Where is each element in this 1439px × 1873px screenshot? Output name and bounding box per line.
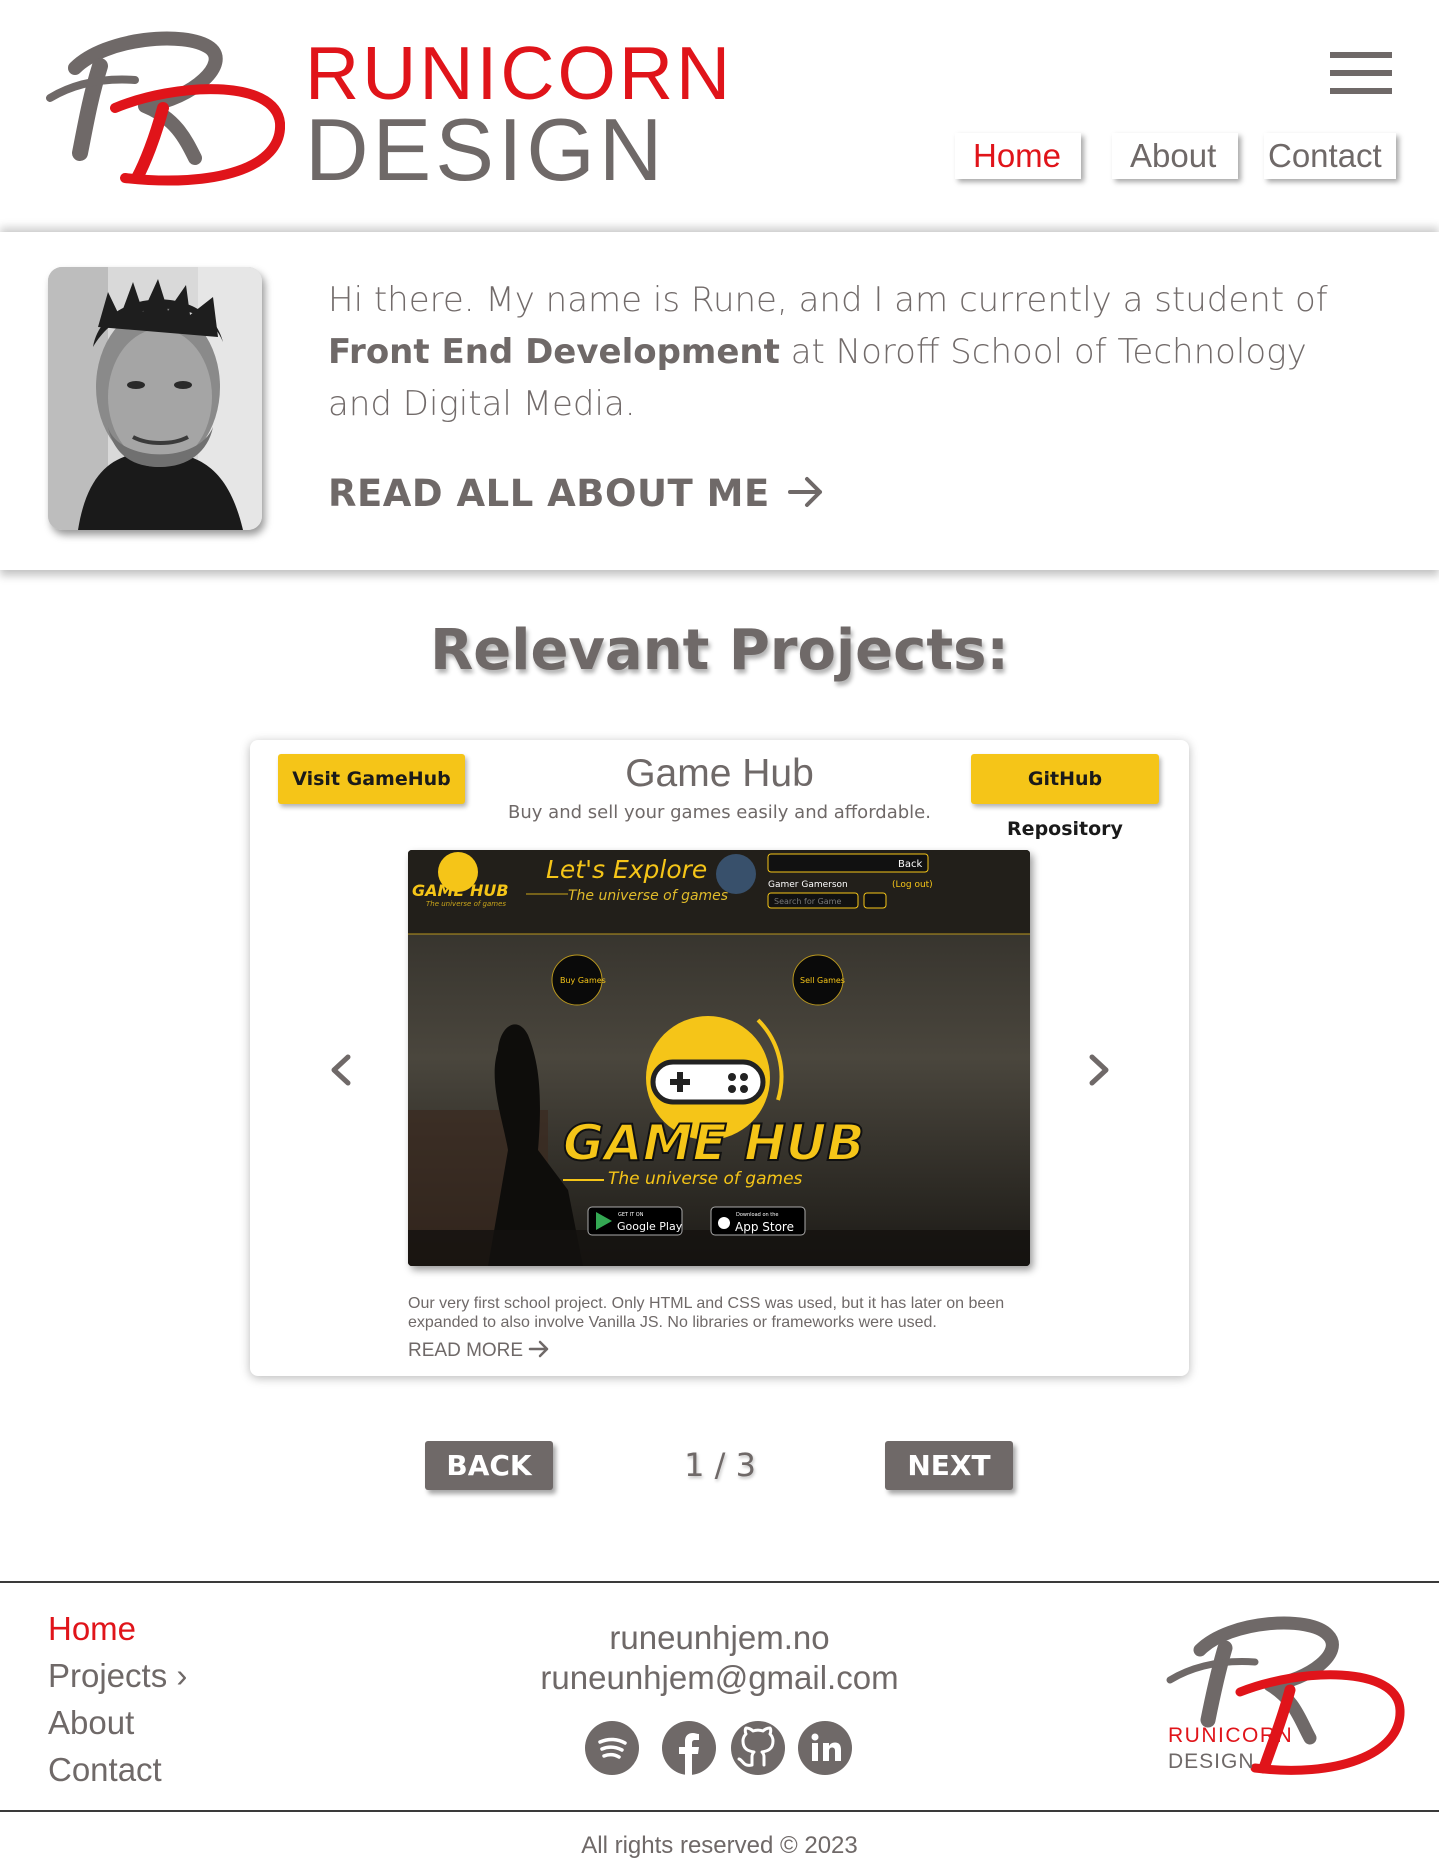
screenshot-user: Gamer Gamerson xyxy=(768,880,848,890)
footer-divider-top xyxy=(0,1581,1439,1583)
screenshot-back: Back xyxy=(898,859,922,870)
next-button[interactable]: NEXT xyxy=(885,1441,1013,1490)
menu-bar xyxy=(1330,88,1392,94)
menu-bar xyxy=(1330,52,1392,58)
facebook-icon[interactable] xyxy=(662,1721,716,1775)
profile-photo xyxy=(48,267,262,530)
footer-nav-about[interactable]: About xyxy=(48,1704,134,1742)
chevron-right-icon[interactable] xyxy=(1078,1045,1118,1095)
screenshot-small-logo: GAME HUB xyxy=(412,881,509,900)
read-more-link[interactable]: READ MORE xyxy=(408,1340,550,1362)
screenshot-big-tagline: The universe of games xyxy=(608,1169,803,1189)
nav-contact[interactable]: Contact xyxy=(1264,133,1396,179)
nav-home[interactable]: Home xyxy=(955,133,1081,179)
screenshot-big-logo: GAME HUB xyxy=(563,1114,865,1172)
projects-heading: Relevant Projects: xyxy=(430,618,1009,683)
linkedin-icon[interactable] xyxy=(798,1721,852,1775)
project-subtitle: Buy and sell your games easily and affor… xyxy=(508,802,931,823)
screenshot-buy: Buy Games xyxy=(560,976,606,985)
github-icon[interactable] xyxy=(731,1721,785,1775)
screenshot-google-big: Google Play xyxy=(617,1220,683,1233)
arrow-right-icon xyxy=(787,474,824,517)
arrow-right-icon xyxy=(528,1340,550,1361)
screenshot-logout: (Log out) xyxy=(892,880,933,890)
footer-nav-contact[interactable]: Contact xyxy=(48,1751,162,1789)
screenshot-search: Search for Game xyxy=(774,897,841,906)
hamburger-menu-icon[interactable] xyxy=(1330,52,1392,94)
site-header: RUNICORN DESIGN Home About Contact xyxy=(0,0,1439,232)
avatar xyxy=(48,267,262,530)
back-button[interactable]: BACK xyxy=(425,1441,553,1490)
screenshot-apple-small: Download on the xyxy=(736,1212,778,1218)
screenshot-tagline: The universe of games xyxy=(568,888,728,904)
screenshot-headline: Let's Explore xyxy=(546,855,707,884)
rd-monogram-logo[interactable] xyxy=(45,28,285,193)
page-counter: 1 / 3 xyxy=(684,1446,756,1484)
footer-brand-top: RUNICORN xyxy=(1168,1724,1294,1747)
intro-paragraph: Hi there. My name is Rune, and I am curr… xyxy=(328,274,1368,430)
chevron-left-icon[interactable] xyxy=(322,1045,362,1095)
spotify-icon[interactable] xyxy=(585,1721,639,1775)
screenshot-google-small: GET IT ON xyxy=(618,1212,644,1218)
project-title: Game Hub xyxy=(625,752,814,795)
read-more-label: READ MORE xyxy=(408,1340,524,1361)
menu-bar xyxy=(1330,70,1392,76)
intro-text-emphasis: Front End Development xyxy=(328,332,780,372)
about-link-label: READ ALL ABOUT ME xyxy=(328,472,770,515)
project-screenshot[interactable]: GAME HUB The universe of games Let's Exp… xyxy=(408,850,1030,1266)
intro-text-start: Hi there. My name is Rune, and I am curr… xyxy=(328,280,1328,320)
project-card: Visit GameHub GitHub Repository Game Hub… xyxy=(250,740,1189,1376)
brand-name-bottom: DESIGN xyxy=(305,100,667,199)
intro-section: Hi there. My name is Rune, and I am curr… xyxy=(0,232,1439,570)
screenshot-sell: Sell Games xyxy=(800,976,845,985)
footer-divider-bottom xyxy=(0,1810,1439,1812)
footer-brand-bottom: DESIGN xyxy=(1168,1750,1255,1773)
project-description: Our very first school project. Only HTML… xyxy=(408,1295,1005,1331)
screenshot-small-tagline: The universe of games xyxy=(426,900,506,908)
copyright-text: All rights reserved © 2023 xyxy=(581,1832,858,1859)
nav-about[interactable]: About xyxy=(1112,133,1238,179)
read-about-me-link[interactable]: READ ALL ABOUT ME xyxy=(328,472,824,517)
screenshot-apple-big: App Store xyxy=(735,1220,794,1234)
